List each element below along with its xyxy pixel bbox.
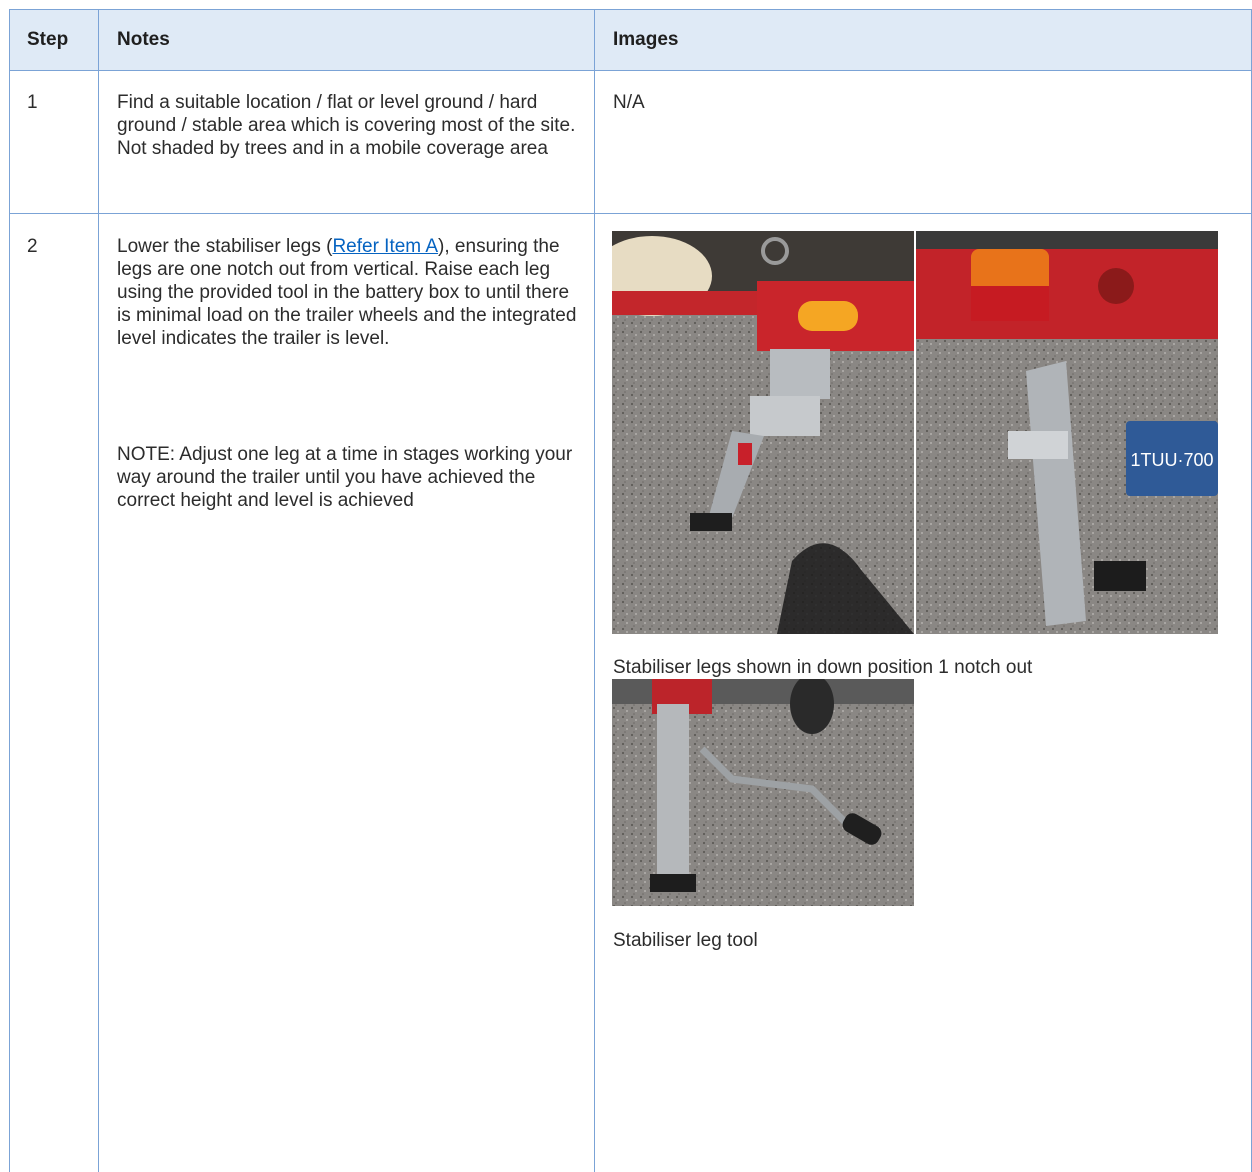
header-step: Step <box>27 28 69 50</box>
row2-note: NOTE: Adjust one leg at a time in stages… <box>117 444 573 511</box>
row-divider <box>9 213 1252 214</box>
column-divider-notes <box>594 9 595 1172</box>
row1-step: 1 <box>27 92 38 113</box>
row1-notes: Find a suitable location / flat or level… <box>117 92 576 159</box>
row2-step: 2 <box>27 236 38 257</box>
stabiliser-leg-tool-photo <box>612 679 914 906</box>
stabiliser-leg-photo-2: 1TUU·700 <box>916 231 1218 634</box>
table-border-left <box>9 9 10 1172</box>
header-images: Images <box>613 28 679 50</box>
row2-notes-text-a: Lower the stabiliser legs ( <box>117 236 333 257</box>
caption-legs-down: Stabiliser legs shown in down position 1… <box>613 657 1033 678</box>
column-divider-step <box>98 9 99 1172</box>
header-divider <box>9 70 1252 71</box>
plate-text: 1TUU·700 <box>1130 450 1213 470</box>
stabiliser-leg-photo-1 <box>612 231 914 634</box>
row2-notes: Lower the stabiliser legs (Refer Item A)… <box>117 235 577 350</box>
header-notes: Notes <box>117 28 170 50</box>
caption-leg-tool: Stabiliser leg tool <box>613 930 758 951</box>
steps-table: Step Notes Images 1 Find a suitable loca… <box>9 9 1252 1172</box>
row1-images-text: N/A <box>613 92 645 113</box>
refer-item-a-link[interactable]: Refer Item A <box>332 236 438 257</box>
